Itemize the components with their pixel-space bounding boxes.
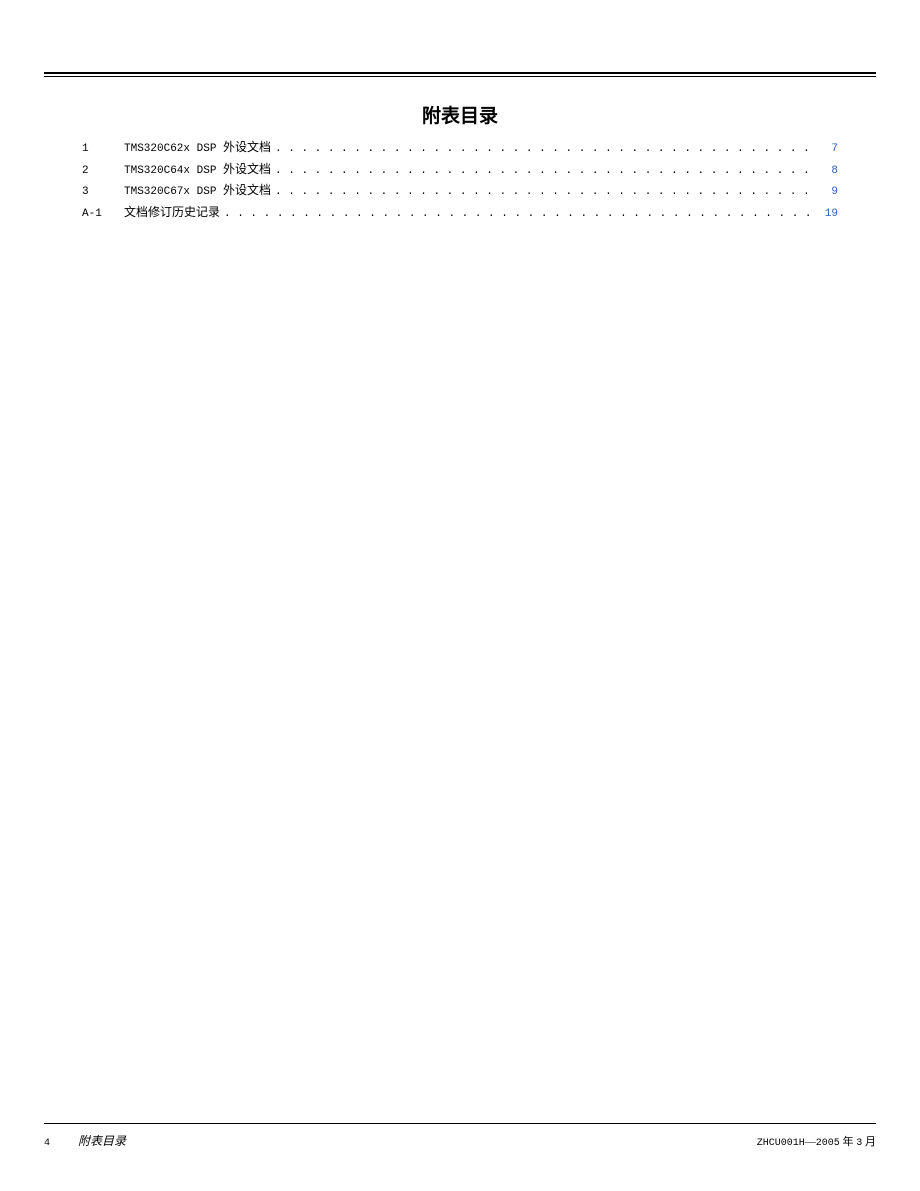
toc-entry-number: 3 [82,184,124,202]
footer-sep: — [805,1136,816,1148]
toc-page-link[interactable]: 7 [820,141,838,159]
footer-docid: ZHCU001H [757,1138,805,1149]
toc-entry-number: 2 [82,163,124,181]
toc-page-link[interactable]: 8 [820,163,838,181]
header-rule-thin [44,76,876,77]
footer-year: 2005 [816,1138,840,1149]
toc-entry: 1 TMS320C62x DSP 外设文档 7 [82,138,838,159]
footer-rule [44,1123,876,1124]
toc-leader-dots [275,141,816,159]
footer-content: 4 附表目录 ZHCU001H—2005 年 3 月 [44,1132,876,1149]
toc-page-link[interactable]: 9 [820,184,838,202]
toc-entry: 3 TMS320C67x DSP 外设文档 9 [82,181,838,202]
footer-right: ZHCU001H—2005 年 3 月 [757,1133,876,1149]
footer-month-suffix: 月 [862,1136,876,1148]
toc-leader-dots [275,163,816,181]
toc-entry-number: 1 [82,141,124,159]
footer-left: 4 附表目录 [44,1132,126,1149]
table-of-contents: 1 TMS320C62x DSP 外设文档 7 2 TMS320C64x DSP… [44,138,876,223]
toc-entry-label: TMS320C67x DSP 外设文档 [124,181,271,202]
toc-entry-label: TMS320C62x DSP 外设文档 [124,138,271,159]
toc-entry-label: 文档修订历史记录 [124,203,220,224]
toc-entry: 2 TMS320C64x DSP 外设文档 8 [82,160,838,181]
document-page: 附表目录 1 TMS320C62x DSP 外设文档 7 2 TMS320C64… [0,0,920,1191]
header-rule-thick [44,72,876,74]
footer-page-number: 4 [44,1138,50,1149]
footer-section-title: 附表目录 [78,1132,126,1149]
toc-leader-dots [275,184,816,202]
toc-page-link[interactable]: 19 [820,206,838,224]
page-footer: 4 附表目录 ZHCU001H—2005 年 3 月 [44,1123,876,1149]
toc-leader-dots [224,206,816,224]
toc-entry-label: TMS320C64x DSP 外设文档 [124,160,271,181]
page-title: 附表目录 [44,101,876,128]
footer-year-suffix: 年 [840,1136,857,1148]
toc-entry-number: A-1 [82,206,124,224]
toc-entry: A-1 文档修订历史记录 19 [82,203,838,224]
